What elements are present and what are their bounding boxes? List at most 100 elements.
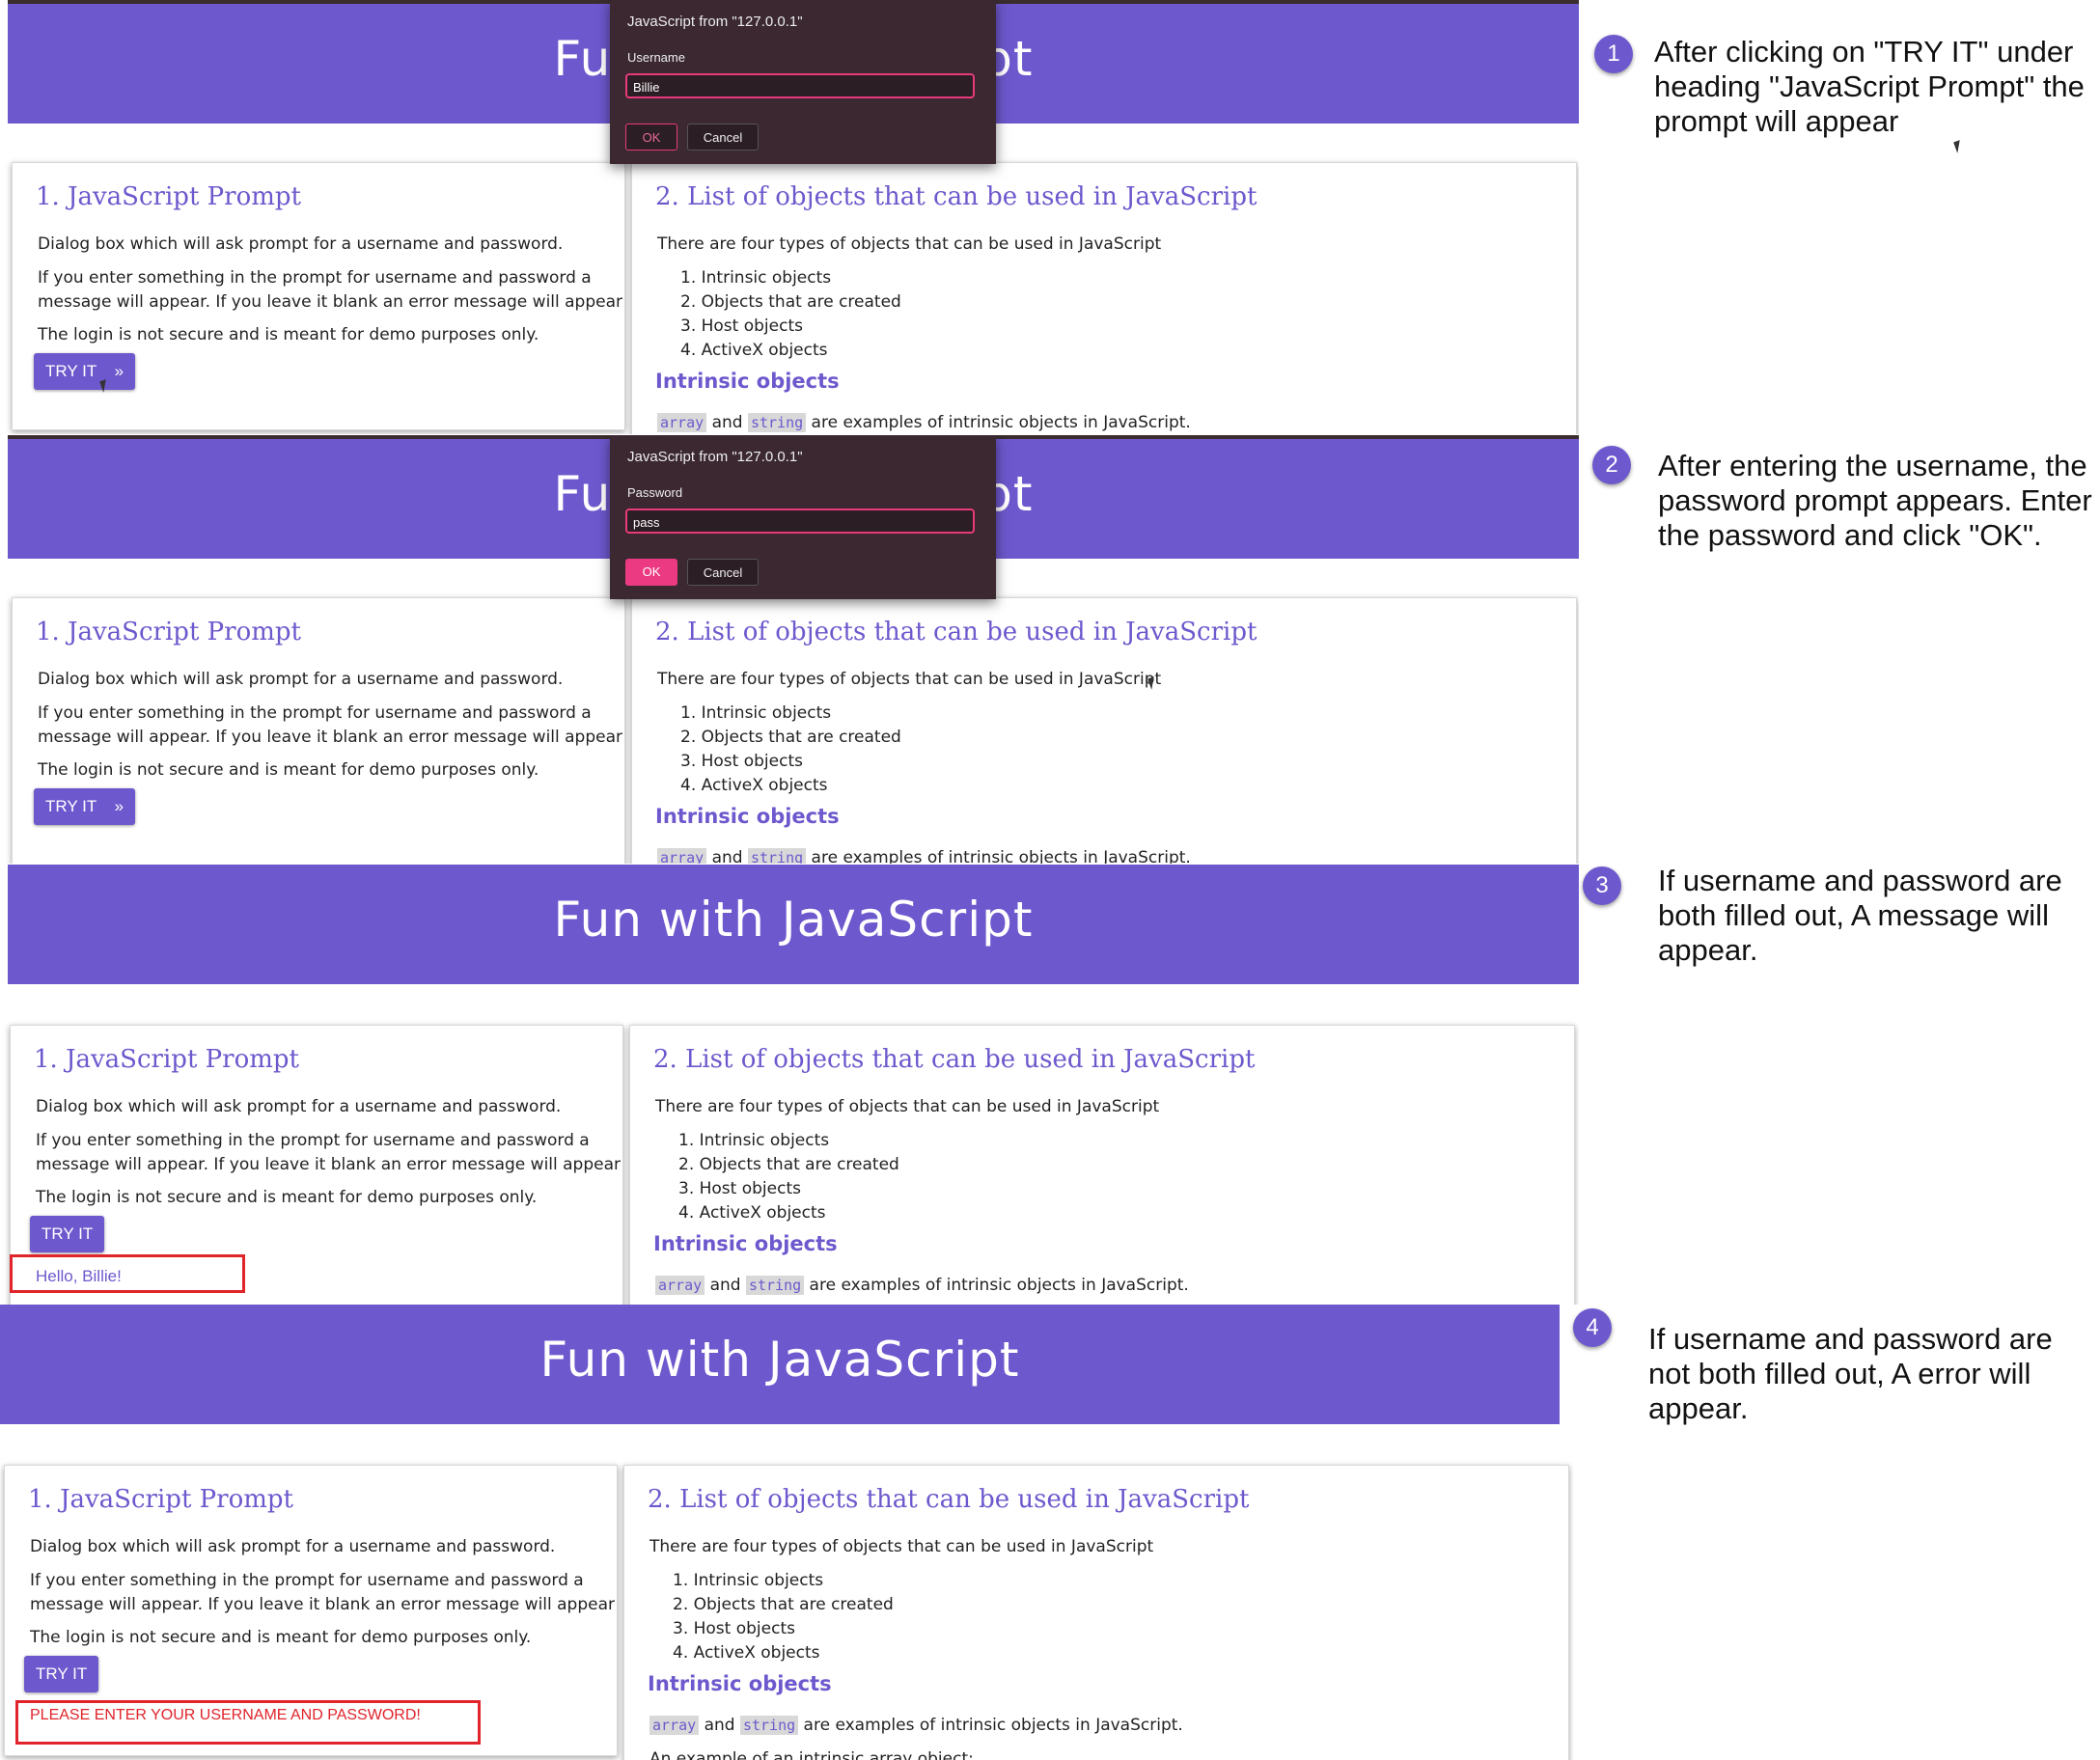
card-text: Dialog box which will ask prompt for a u… bbox=[30, 1537, 556, 1556]
list-item: 2. Objects that are created bbox=[680, 728, 901, 747]
card-text: message will appear. If you leave it bla… bbox=[38, 292, 623, 312]
and-word: and bbox=[711, 848, 743, 864]
list-item: 1. Intrinsic objects bbox=[673, 1571, 824, 1590]
dialog-title: JavaScript from "127.0.0.1" bbox=[627, 449, 803, 465]
javascript-prompt-card: 1. JavaScript Prompt Dialog box which wi… bbox=[12, 597, 625, 864]
card-text: There are four types of objects that can… bbox=[657, 234, 1162, 254]
and-word: and bbox=[711, 413, 743, 432]
list-item: 1. Intrinsic objects bbox=[680, 268, 832, 288]
card-text: If you enter something in the prompt for… bbox=[30, 1571, 584, 1590]
list-item: 3. Host objects bbox=[680, 316, 803, 336]
card-text: The login is not secure and is meant for… bbox=[38, 325, 539, 344]
step-description: After entering the username, the passwor… bbox=[1658, 449, 2092, 553]
cancel-button[interactable]: Cancel bbox=[687, 124, 759, 151]
try-it-button[interactable]: TRY IT bbox=[30, 1216, 105, 1252]
password-input[interactable]: pass bbox=[625, 509, 975, 534]
card-text: There are four types of objects that can… bbox=[657, 670, 1162, 689]
list-item: 1. Intrinsic objects bbox=[680, 703, 832, 723]
card-text: Dialog box which will ask prompt for a u… bbox=[38, 670, 564, 689]
step-line: heading "JavaScript Prompt" the bbox=[1654, 69, 2085, 103]
card-text: An example of an intrinsic array object: bbox=[649, 1749, 974, 1760]
screenshot-panel-2: Fun with JavaScript 1. JavaScript Prompt… bbox=[0, 435, 1579, 864]
list-item: 3. Host objects bbox=[673, 1619, 795, 1638]
card-heading: 2. List of objects that can be used in J… bbox=[655, 618, 1257, 646]
mouse-pointer-icon bbox=[1953, 140, 1964, 153]
intrinsic-example-text: array and string are examples of intrins… bbox=[657, 411, 1191, 434]
list-item: 1. Intrinsic objects bbox=[678, 1131, 830, 1150]
try-it-button[interactable]: TRY IT » bbox=[34, 788, 136, 825]
card-heading: 2. List of objects that can be used in J… bbox=[655, 182, 1257, 211]
double-chevron-icon: » bbox=[114, 797, 124, 815]
dialog-label: Username bbox=[627, 50, 685, 65]
step-description: If username and password are both filled… bbox=[1658, 864, 2062, 968]
highlight-box bbox=[15, 1700, 481, 1745]
code-array: array bbox=[657, 413, 707, 432]
example-tail: are examples of intrinsic objects in Jav… bbox=[803, 1716, 1183, 1735]
objects-list-card: 2. List of objects that can be used in J… bbox=[631, 597, 1577, 864]
site-title: Fun with JavaScript bbox=[553, 892, 1034, 948]
list-item: 4. ActiveX objects bbox=[678, 1203, 826, 1223]
card-text: message will appear. If you leave it bla… bbox=[38, 728, 623, 747]
step-description: After clicking on "TRY IT" under heading… bbox=[1654, 35, 2085, 139]
card-text: There are four types of objects that can… bbox=[649, 1537, 1154, 1556]
dialog-label: Password bbox=[627, 485, 683, 500]
card-heading: 1. JavaScript Prompt bbox=[28, 1485, 293, 1514]
and-word: and bbox=[709, 1276, 741, 1295]
ok-button[interactable]: OK bbox=[625, 559, 677, 586]
intrinsic-objects-heading: Intrinsic objects bbox=[648, 1672, 832, 1695]
highlight-box bbox=[10, 1254, 245, 1293]
step-line: If username and password are bbox=[1658, 864, 2062, 897]
step-number-badge: 3 bbox=[1583, 866, 1621, 905]
try-it-button[interactable]: TRY IT » bbox=[34, 353, 136, 390]
card-text: message will appear. If you leave it bla… bbox=[30, 1595, 616, 1614]
list-item: 4. ActiveX objects bbox=[680, 776, 828, 795]
step-line: both filled out, A message will bbox=[1658, 898, 2049, 932]
card-heading: 2. List of objects that can be used in J… bbox=[653, 1045, 1256, 1074]
card-heading: 2. List of objects that can be used in J… bbox=[648, 1485, 1250, 1514]
username-input[interactable]: Billie bbox=[625, 73, 975, 98]
code-string: string bbox=[745, 1276, 805, 1295]
list-item: 4. ActiveX objects bbox=[680, 341, 828, 360]
card-heading: 1. JavaScript Prompt bbox=[36, 618, 301, 646]
list-item: 3. Host objects bbox=[678, 1179, 801, 1198]
step-line: After entering the username, the bbox=[1658, 449, 2087, 482]
step-line: appear. bbox=[1658, 933, 1758, 967]
step-line: After clicking on "TRY IT" under bbox=[1654, 35, 2074, 69]
list-item: 4. ActiveX objects bbox=[673, 1643, 820, 1663]
objects-list-card: 2. List of objects that can be used in J… bbox=[631, 162, 1577, 434]
code-array: array bbox=[649, 1716, 700, 1735]
objects-list: 1. Intrinsic objects 2. Objects that are… bbox=[678, 1129, 899, 1225]
try-it-button[interactable]: TRY IT bbox=[24, 1656, 99, 1692]
objects-list-card: 2. List of objects that can be used in J… bbox=[623, 1465, 1569, 1760]
example-tail: are examples of intrinsic objects in Jav… bbox=[811, 848, 1191, 864]
card-text: There are four types of objects that can… bbox=[655, 1097, 1160, 1116]
intrinsic-objects-heading: Intrinsic objects bbox=[655, 805, 840, 828]
javascript-prompt-card: 1. JavaScript Prompt Dialog box which wi… bbox=[12, 162, 625, 430]
step-number-badge: 2 bbox=[1592, 446, 1631, 484]
code-array: array bbox=[657, 848, 707, 864]
card-text: If you enter something in the prompt for… bbox=[38, 703, 592, 723]
and-word: and bbox=[704, 1716, 735, 1735]
screenshot-panel-1: Fun with JavaScript 1. JavaScript Prompt… bbox=[0, 0, 1579, 434]
card-text: The login is not secure and is meant for… bbox=[38, 760, 539, 780]
card-text: Dialog box which will ask prompt for a u… bbox=[36, 1097, 562, 1116]
card-text: Dialog box which will ask prompt for a u… bbox=[38, 234, 564, 254]
step-line: If username and password are bbox=[1648, 1322, 2053, 1356]
objects-list: 1. Intrinsic objects 2. Objects that are… bbox=[680, 266, 901, 363]
step-description: If username and password are not both fi… bbox=[1648, 1322, 2053, 1426]
card-text: The login is not secure and is meant for… bbox=[30, 1628, 532, 1647]
code-string: string bbox=[739, 1716, 799, 1735]
card-text: message will appear. If you leave it bla… bbox=[36, 1155, 622, 1174]
double-chevron-icon: » bbox=[114, 362, 124, 380]
objects-list: 1. Intrinsic objects 2. Objects that are… bbox=[680, 701, 901, 798]
intrinsic-objects-heading: Intrinsic objects bbox=[655, 370, 840, 393]
try-it-label: TRY IT bbox=[45, 797, 97, 815]
example-tail: are examples of intrinsic objects in Jav… bbox=[811, 413, 1191, 432]
card-heading: 1. JavaScript Prompt bbox=[36, 182, 301, 211]
screenshot-panel-4: Fun with JavaScript 1. JavaScript Prompt… bbox=[0, 1305, 1573, 1760]
ok-button[interactable]: OK bbox=[625, 124, 677, 151]
step-line: appear. bbox=[1648, 1391, 1749, 1425]
step-line: not both filled out, A error will bbox=[1648, 1357, 2031, 1390]
objects-list-card: 2. List of objects that can be used in J… bbox=[629, 1025, 1575, 1305]
cancel-button[interactable]: Cancel bbox=[687, 559, 759, 586]
